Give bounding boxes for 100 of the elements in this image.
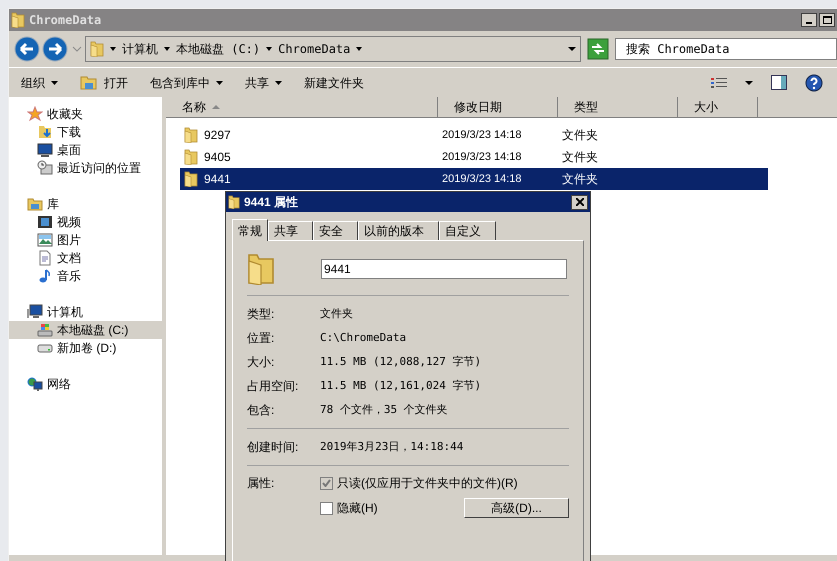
- folder-icon: [90, 41, 104, 57]
- file-type: 文件夹: [561, 171, 599, 188]
- file-row[interactable]: 9405 2019/3/23 14:18 文件夹: [180, 146, 768, 168]
- toolbar-button[interactable]: 共享: [245, 74, 282, 92]
- column-header[interactable]: 名称: [166, 97, 438, 117]
- recent-places-icon: [37, 160, 53, 176]
- address-bar[interactable]: 计算机 本地磁盘 (C:) ChromeData: [85, 36, 581, 62]
- refresh-icon[interactable]: [587, 38, 609, 60]
- navigation-item[interactable]: 视频: [9, 213, 162, 231]
- modified-date: 2019/3/23 14:18: [441, 128, 523, 143]
- view-list-icon[interactable]: [711, 76, 727, 88]
- system-drive-icon: [37, 322, 53, 338]
- property-value: 11.5 MB (12,161,024 字节): [320, 378, 482, 394]
- navigation-group[interactable]: 收藏夹: [9, 105, 162, 123]
- checkbox[interactable]: [320, 502, 333, 514]
- property-label: 位置:: [247, 330, 276, 347]
- column-header[interactable]: 修改日期: [438, 97, 558, 117]
- checkbox-label: 隐藏(H): [337, 500, 378, 517]
- navigation-item[interactable]: 图片: [9, 231, 162, 249]
- maximize-button[interactable]: [819, 13, 835, 27]
- file-name: 9405: [204, 149, 231, 166]
- toolbar-button[interactable]: 打开: [80, 74, 128, 92]
- music-note-icon: [37, 268, 53, 284]
- advanced-button[interactable]: 高级(D)...: [464, 498, 569, 518]
- dropdown-icon[interactable]: [745, 80, 753, 84]
- breadcrumb-item[interactable]: 计算机: [122, 40, 158, 58]
- dropdown-icon: [275, 80, 282, 84]
- dropdown-icon: [51, 80, 58, 84]
- navigation-item[interactable]: 文档: [9, 249, 162, 267]
- navigation-item[interactable]: 下载: [9, 123, 162, 141]
- breadcrumb-arrow-icon: [164, 47, 170, 51]
- open-folder-icon: [80, 74, 98, 90]
- search-field[interactable]: 搜索 ChromeData: [615, 38, 837, 60]
- checkbox-label: 只读(仅应用于文件夹中的文件)(R): [337, 475, 518, 492]
- dialog-tab[interactable]: 以前的版本: [358, 221, 439, 240]
- folder-icon: [11, 12, 25, 28]
- file-row[interactable]: 9441 2019/3/23 14:18 文件夹: [180, 168, 768, 190]
- dialog-tab[interactable]: 自定义: [439, 221, 496, 240]
- property-label: 大小:: [247, 354, 276, 371]
- breadcrumb-item[interactable]: ChromeData: [278, 40, 350, 58]
- toolbar-button[interactable]: 包含到库中: [150, 74, 223, 92]
- column-header[interactable]: 类型: [558, 97, 678, 117]
- navigation-item[interactable]: 最近访问的位置: [9, 159, 162, 177]
- property-label: 包含:: [247, 402, 276, 419]
- file-type: 文件夹: [561, 149, 599, 166]
- navigation-group[interactable]: 网络: [9, 375, 162, 393]
- monitor-icon: [37, 142, 53, 158]
- library-folder-icon: [27, 196, 43, 212]
- property-value: 文件夹: [320, 306, 353, 322]
- close-icon: [576, 198, 584, 206]
- column-header[interactable]: 大小: [678, 97, 758, 117]
- document-icon: [37, 250, 53, 266]
- folder-icon: [247, 253, 275, 285]
- folder-icon: [184, 127, 198, 143]
- breadcrumb-arrow-icon: [356, 47, 362, 51]
- property-value: C:\ChromeData: [320, 330, 406, 346]
- name-value: 9441: [324, 261, 351, 278]
- navigation-group[interactable]: 库: [9, 195, 162, 213]
- dialog-tab[interactable]: 安全: [313, 221, 358, 240]
- name-field[interactable]: 9441: [321, 259, 567, 279]
- computer-icon: [27, 304, 43, 320]
- back-forward-icon[interactable]: [13, 34, 83, 64]
- navigation-item[interactable]: 桌面: [9, 141, 162, 159]
- film-icon: [37, 214, 53, 230]
- toolbar-button[interactable]: 新建文件夹: [304, 74, 364, 92]
- navigation-item[interactable]: 新加卷 (D:): [9, 339, 162, 357]
- modified-date: 2019/3/23 14:18: [441, 150, 523, 165]
- file-type: 文件夹: [561, 127, 599, 144]
- help-icon[interactable]: [805, 74, 823, 92]
- property-value: 11.5 MB (12,088,127 字节): [320, 354, 482, 370]
- breadcrumb-item[interactable]: 本地磁盘 (C:): [176, 40, 260, 58]
- dialog-tab[interactable]: 共享: [268, 221, 313, 240]
- dialog-tab[interactable]: 常规: [232, 219, 268, 241]
- preview-pane-icon[interactable]: [771, 75, 787, 90]
- property-label: 占用空间:: [247, 378, 300, 395]
- navigation-group[interactable]: 计算机: [9, 303, 162, 321]
- network-icon: [27, 376, 43, 392]
- attributes-label: 属性:: [247, 475, 276, 492]
- property-value: 78 个文件，35 个文件夹: [320, 402, 448, 418]
- maximize-icon: [822, 16, 832, 24]
- dialog-title: 9441 属性: [244, 194, 298, 211]
- toolbar-button[interactable]: 组织: [21, 74, 58, 92]
- dropdown-icon: [216, 80, 223, 84]
- file-row[interactable]: 9297 2019/3/23 14:18 文件夹: [180, 124, 768, 146]
- checkmark-icon: [322, 479, 331, 487]
- download-folder-icon: [37, 124, 53, 140]
- property-label: 创建时间:: [247, 439, 300, 456]
- navigation-item[interactable]: 音乐: [9, 267, 162, 285]
- minimize-button[interactable]: [801, 13, 817, 27]
- close-button[interactable]: [571, 194, 588, 210]
- navigation-item[interactable]: 本地磁盘 (C:): [9, 321, 162, 339]
- property-value: 2019年3月23日，14:18:44: [320, 438, 464, 455]
- folder-icon: [184, 171, 198, 187]
- search-placeholder: 搜索 ChromeData: [626, 41, 730, 58]
- checkbox[interactable]: [320, 476, 333, 490]
- folder-icon: [184, 149, 198, 165]
- modified-date: 2019/3/23 14:18: [441, 172, 523, 187]
- breadcrumb-arrow-icon: [266, 47, 272, 51]
- sort-ascending-icon: [212, 105, 220, 109]
- star-icon: [27, 106, 43, 122]
